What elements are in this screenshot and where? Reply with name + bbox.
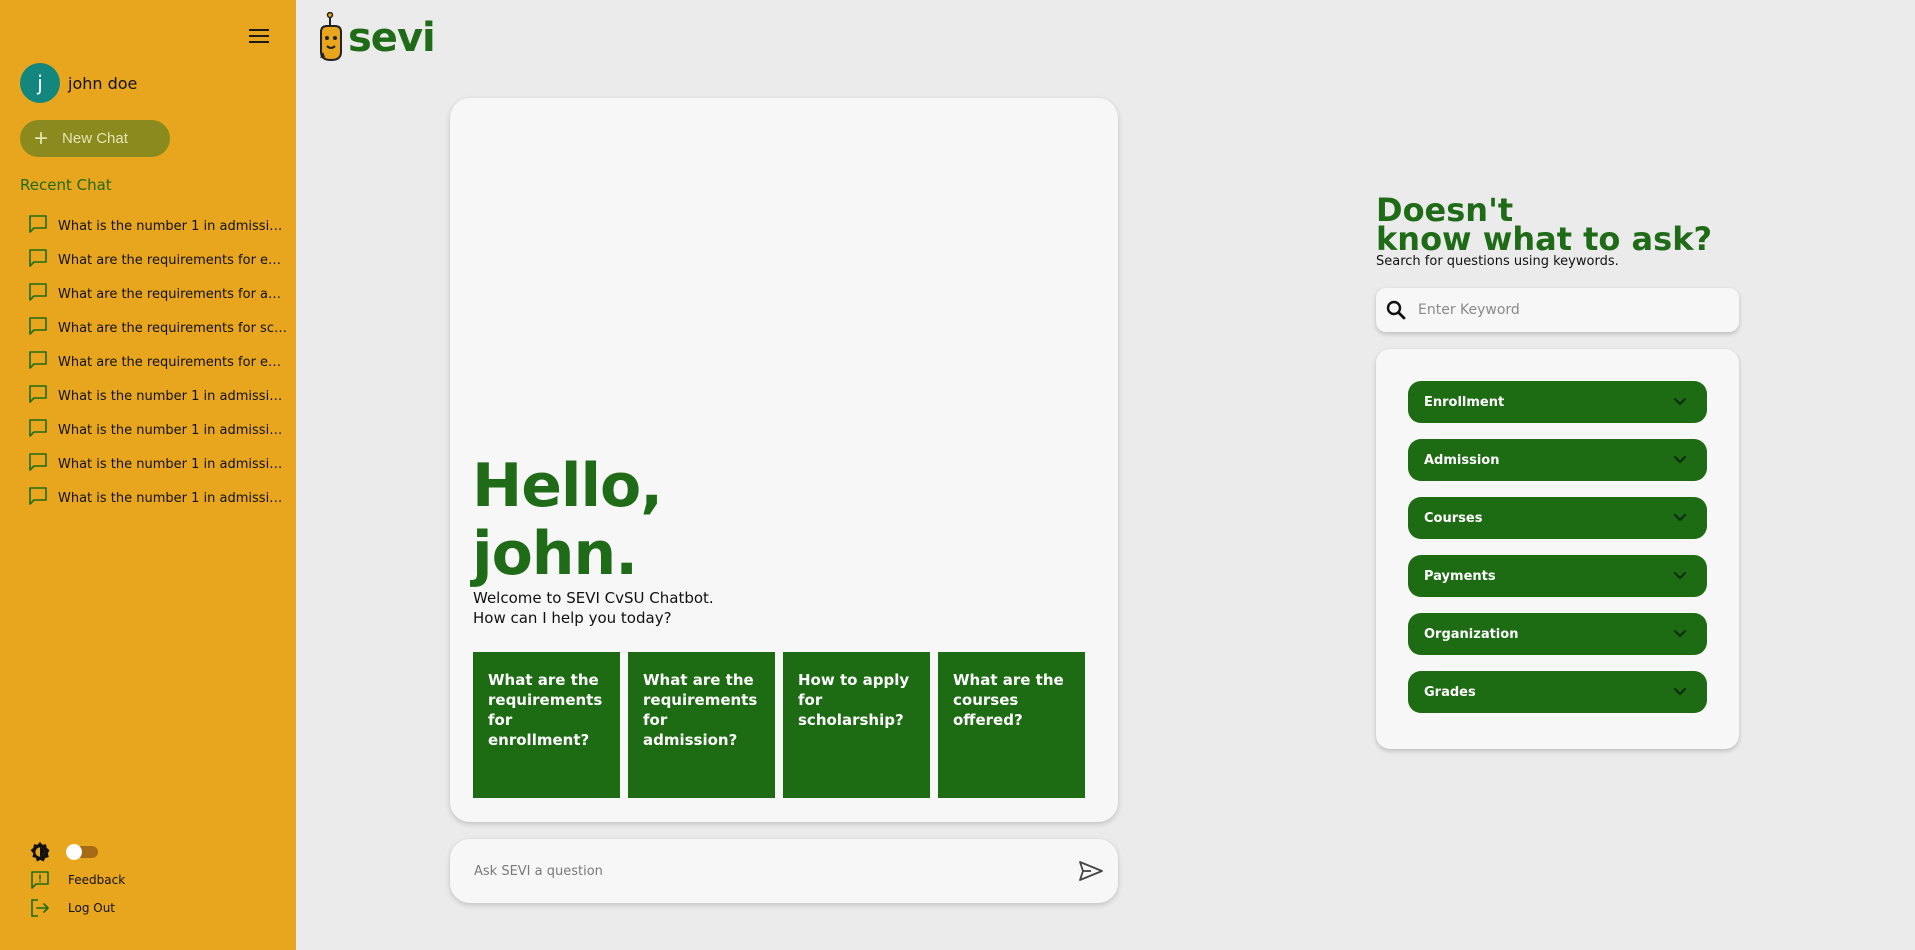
category-dropdown-enrollment[interactable]: Enrollment bbox=[1408, 381, 1707, 423]
recent-chat-item[interactable]: What are the requirements for enrollment… bbox=[28, 243, 290, 277]
recent-chat-item[interactable]: What is the number 1 in admission? bbox=[28, 413, 290, 447]
theme-icon bbox=[28, 840, 52, 864]
sidebar-footer: Feedback Log Out bbox=[28, 838, 228, 922]
suggestion-card[interactable]: What are the courses offered? bbox=[938, 652, 1085, 798]
logo-text: sevi bbox=[348, 15, 436, 61]
chat-input-bar bbox=[450, 839, 1118, 903]
chat-input[interactable] bbox=[472, 857, 1052, 885]
category-label: Admission bbox=[1424, 452, 1500, 468]
suggestion-cards: What are the requirements for enrollment… bbox=[473, 652, 1085, 798]
welcome-line-1: Welcome to SEVI CvSU Chatbot. bbox=[473, 589, 714, 607]
theme-row bbox=[28, 838, 228, 866]
recent-chat-heading: Recent Chat bbox=[20, 176, 112, 194]
chat-bubble-icon bbox=[28, 452, 58, 476]
chat-bubble-icon bbox=[28, 248, 58, 272]
sidebar: j john doe + New Chat Recent Chat What i… bbox=[0, 0, 296, 950]
logout-row[interactable]: Log Out bbox=[28, 894, 228, 922]
recent-chat-item[interactable]: What are the requirements for scholarshi… bbox=[28, 311, 290, 345]
chat-bubble-icon bbox=[28, 282, 58, 306]
recent-chat-item[interactable]: What is the number 1 in admission? bbox=[28, 379, 290, 413]
theme-toggle[interactable] bbox=[66, 844, 98, 860]
recent-chat-label: What is the number 1 in admission? bbox=[58, 388, 289, 404]
category-dropdown-admission[interactable]: Admission bbox=[1408, 439, 1707, 481]
category-dropdown-courses[interactable]: Courses bbox=[1408, 497, 1707, 539]
greeting: Hello, john. bbox=[472, 451, 663, 589]
recent-chat-label: What is the number 1 in admission? bbox=[58, 456, 289, 472]
category-dropdown-payments[interactable]: Payments bbox=[1408, 555, 1707, 597]
send-icon[interactable] bbox=[1078, 859, 1104, 883]
chat-bubble-icon bbox=[28, 316, 58, 340]
category-dropdown-organization[interactable]: Organization bbox=[1408, 613, 1707, 655]
greeting-line-2: john. bbox=[472, 519, 638, 589]
recent-chat-item[interactable]: What is the number 1 in admission? bbox=[28, 481, 290, 515]
category-panel: Enrollment Admission Courses Payments Organi… bbox=[1376, 349, 1739, 749]
questions-subtitle: Search for questions using keywords. bbox=[1376, 254, 1619, 269]
keyword-search bbox=[1376, 288, 1739, 332]
chevron-down-icon bbox=[1673, 686, 1687, 698]
logout-icon bbox=[28, 896, 52, 920]
recent-chat-item[interactable]: What are the requirements for enrollment… bbox=[28, 345, 290, 379]
chat-bubble-icon bbox=[28, 350, 58, 374]
avatar: j bbox=[20, 63, 60, 103]
recent-chat-list: What is the number 1 in admission? What a… bbox=[28, 209, 290, 515]
questions-title-line-2: know what to ask? bbox=[1376, 220, 1713, 258]
recent-chat-item[interactable]: What are the requirements for admission? bbox=[28, 277, 290, 311]
chevron-down-icon bbox=[1673, 570, 1687, 582]
new-chat-label: New Chat bbox=[62, 130, 128, 147]
feedback-link[interactable]: Feedback bbox=[68, 873, 125, 887]
chat-panel: Hello, john. Welcome to SEVI CvSU Chatbo… bbox=[450, 98, 1118, 822]
mascot-icon bbox=[320, 12, 342, 62]
feedback-icon bbox=[28, 868, 52, 892]
category-label: Enrollment bbox=[1424, 394, 1505, 410]
new-chat-button[interactable]: + New Chat bbox=[20, 120, 170, 157]
logout-link[interactable]: Log Out bbox=[68, 901, 115, 915]
app-logo[interactable]: sevi bbox=[318, 12, 436, 64]
user-profile: j john doe bbox=[20, 63, 137, 103]
chat-bubble-icon bbox=[28, 418, 58, 442]
chat-bubble-icon bbox=[28, 214, 58, 238]
recent-chat-item[interactable]: What is the number 1 in admission? bbox=[28, 447, 290, 481]
category-label: Grades bbox=[1424, 684, 1476, 700]
chevron-down-icon bbox=[1673, 396, 1687, 408]
recent-chat-label: What is the number 1 in admission? bbox=[58, 218, 289, 234]
welcome-line-2: How can I help you today? bbox=[473, 609, 672, 627]
username: john doe bbox=[68, 73, 138, 93]
greeting-line-1: Hello, bbox=[472, 451, 663, 521]
chevron-down-icon bbox=[1673, 628, 1687, 640]
suggestion-card[interactable]: How to apply for scholarship? bbox=[783, 652, 930, 798]
recent-chat-item[interactable]: What is the number 1 in admission? bbox=[28, 209, 290, 243]
recent-chat-label: What are the requirements for admission? bbox=[58, 286, 289, 302]
recent-chat-label: What is the number 1 in admission? bbox=[58, 422, 289, 438]
category-label: Courses bbox=[1424, 510, 1483, 526]
category-dropdown-grades[interactable]: Grades bbox=[1408, 671, 1707, 713]
menu-icon[interactable] bbox=[247, 25, 271, 45]
chat-bubble-icon bbox=[28, 384, 58, 408]
category-label: Payments bbox=[1424, 568, 1496, 584]
keyword-input[interactable] bbox=[1416, 296, 1726, 324]
questions-title: Doesn't know what to ask? bbox=[1376, 194, 1713, 258]
chevron-down-icon bbox=[1673, 454, 1687, 466]
plus-icon: + bbox=[34, 124, 49, 152]
feedback-row[interactable]: Feedback bbox=[28, 866, 228, 894]
recent-chat-label: What are the requirements for enrollment… bbox=[58, 354, 289, 370]
recent-chat-label: What are the requirements for enrollment… bbox=[58, 252, 289, 268]
recent-chat-label: What are the requirements for scholarshi… bbox=[58, 320, 289, 336]
suggestion-card[interactable]: What are the requirements for enrollment… bbox=[473, 652, 620, 798]
welcome-message: Welcome to SEVI CvSU Chatbot. How can I … bbox=[473, 588, 714, 628]
search-icon bbox=[1385, 299, 1407, 321]
suggestion-card[interactable]: What are the requirements for admission? bbox=[628, 652, 775, 798]
chat-bubble-icon bbox=[28, 486, 58, 510]
chevron-down-icon bbox=[1673, 512, 1687, 524]
category-label: Organization bbox=[1424, 626, 1519, 642]
recent-chat-label: What is the number 1 in admission? bbox=[58, 490, 289, 506]
